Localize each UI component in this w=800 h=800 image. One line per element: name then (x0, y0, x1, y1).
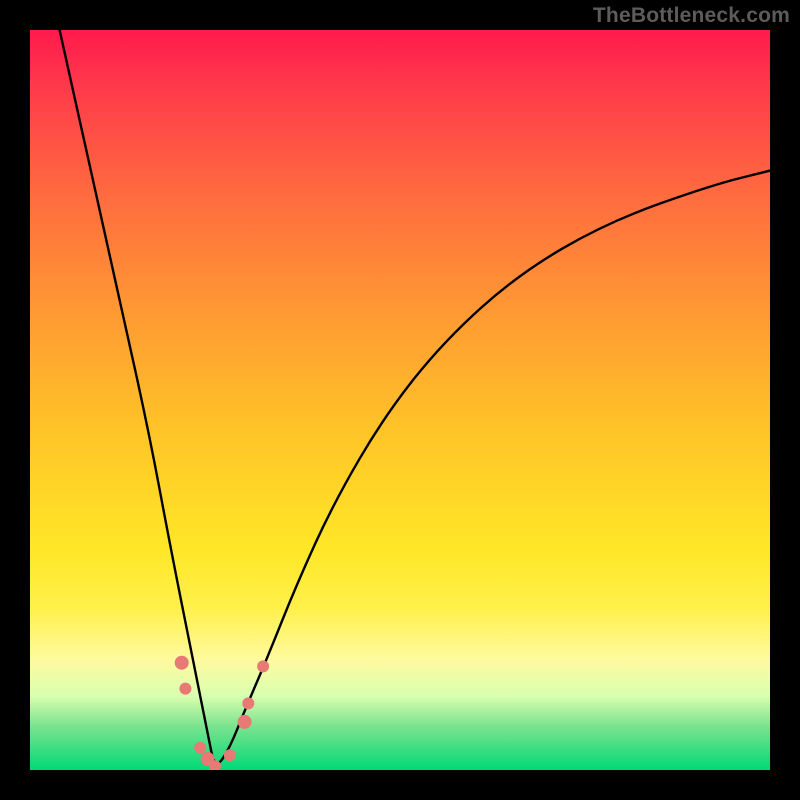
bottleneck-curve-line (60, 30, 770, 763)
data-marker (238, 715, 252, 729)
data-marker (179, 683, 191, 695)
data-marker (242, 697, 254, 709)
plot-area (30, 30, 770, 770)
data-markers (175, 656, 269, 770)
data-marker (224, 749, 236, 761)
data-marker (257, 660, 269, 672)
data-marker (194, 742, 206, 754)
watermark-text: TheBottleneck.com (593, 4, 790, 28)
data-marker (175, 656, 189, 670)
bottleneck-curve-svg (30, 30, 770, 770)
